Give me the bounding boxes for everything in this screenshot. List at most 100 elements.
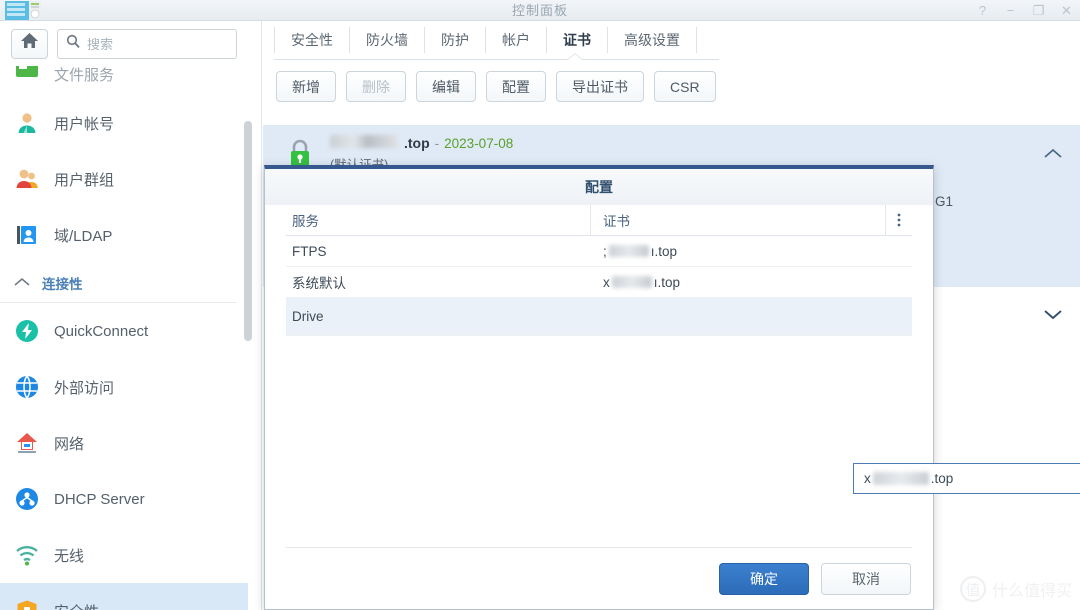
cell-service: Drive bbox=[292, 309, 324, 324]
sidebar-item-label: 用户群组 bbox=[54, 171, 115, 189]
sidebar-item-list: 用户帐号 用户群组 域/LDAP 连接性 QuickConnect 外部访问 网… bbox=[0, 59, 248, 610]
tab-advanced-settings[interactable]: 高级设置 bbox=[608, 27, 697, 53]
button-label: CSR bbox=[670, 78, 700, 95]
cell-certificate: ; ı.top bbox=[591, 244, 886, 259]
certificate-toolbar: 新增 删除 编辑 配置 导出证书 CSR bbox=[276, 71, 716, 102]
tab-protection[interactable]: 防护 bbox=[425, 27, 486, 53]
chevron-down-icon[interactable] bbox=[1044, 305, 1062, 325]
window-title: 控制面板 bbox=[511, 3, 568, 18]
certificate-expiry-date: 2023-07-08 bbox=[444, 135, 514, 151]
tab-label: 帐户 bbox=[502, 32, 530, 48]
tab-underline bbox=[274, 59, 719, 60]
export-certificate-button[interactable]: 导出证书 bbox=[556, 71, 644, 102]
search-placeholder: 搜索 bbox=[87, 37, 114, 52]
button-label: 删除 bbox=[362, 78, 390, 95]
tab-certificate[interactable]: 证书 bbox=[547, 27, 608, 53]
csr-button[interactable]: CSR bbox=[654, 71, 716, 102]
sidebar-item-security[interactable]: 安全性 bbox=[0, 583, 248, 610]
sidebar-item-wireless[interactable]: 无线 bbox=[0, 527, 248, 583]
user-group-icon bbox=[14, 166, 40, 192]
certificate-detail-text: G1 bbox=[935, 194, 954, 209]
sidebar-item-domain-ldap[interactable]: 域/LDAP bbox=[0, 207, 248, 263]
separator: - bbox=[434, 135, 440, 151]
sidebar-item-label: 安全性 bbox=[54, 601, 99, 610]
sidebar-item-label: QuickConnect bbox=[54, 322, 149, 340]
sidebar-item-label: 无线 bbox=[54, 547, 85, 565]
configure-button[interactable]: 配置 bbox=[486, 71, 546, 102]
security-shield-icon bbox=[14, 598, 40, 610]
select-prefix: x bbox=[864, 471, 871, 486]
sidebar-item-network[interactable]: 网络 bbox=[0, 415, 248, 471]
dialog-title: 配置 bbox=[265, 169, 933, 205]
chevron-up-icon bbox=[14, 274, 32, 292]
external-access-icon bbox=[14, 374, 40, 400]
cell-certificate: x ı.top bbox=[591, 275, 886, 290]
sidebar-item-user-account[interactable]: 用户帐号 bbox=[0, 95, 248, 151]
tab-bar: 安全性 防火墙 防护 帐户 证书 高级设置 bbox=[263, 21, 1080, 59]
tab-account[interactable]: 帐户 bbox=[486, 27, 547, 53]
window-titlebar: 控制面板 ? − ❐ ✕ bbox=[0, 0, 1080, 21]
sidebar-item-external-access[interactable]: 外部访问 bbox=[0, 359, 248, 415]
more-options-icon[interactable] bbox=[886, 213, 912, 227]
sidebar-header: 搜索 bbox=[0, 21, 261, 66]
delete-button[interactable]: 删除 bbox=[346, 71, 406, 102]
minimize-button[interactable]: − bbox=[1003, 3, 1018, 18]
tab-firewall[interactable]: 防火墙 bbox=[350, 27, 425, 53]
redacted-domain bbox=[611, 276, 652, 288]
table-row[interactable]: FTPS ; ı.top bbox=[286, 236, 912, 267]
cert-prefix: x bbox=[603, 274, 610, 290]
redacted-domain bbox=[872, 472, 929, 485]
cancel-button[interactable]: 取消 bbox=[821, 563, 911, 595]
active-tab-indicator bbox=[568, 54, 582, 60]
sidebar-item-dhcp-server[interactable]: DHCP Server bbox=[0, 471, 248, 527]
search-icon bbox=[66, 34, 80, 53]
dialog-buttons: 确定 取消 bbox=[719, 563, 911, 595]
configure-dialog: 配置 服务 证书 FTPS ; ı.top 系统默认 x ı.top Drive… bbox=[264, 165, 1080, 610]
domain-ldap-icon bbox=[14, 222, 40, 248]
certificate-select[interactable]: x .top bbox=[853, 463, 1080, 494]
tab-label: 防护 bbox=[441, 32, 469, 48]
cell-service: 系统默认 bbox=[292, 276, 346, 291]
home-button[interactable] bbox=[11, 28, 48, 59]
redacted-domain bbox=[608, 245, 649, 257]
sidebar-item-label: 域/LDAP bbox=[54, 227, 113, 245]
tab-security[interactable]: 安全性 bbox=[274, 27, 350, 53]
redacted-domain bbox=[330, 134, 398, 148]
sidebar: 文件服务 搜索 用户帐号 用户群组 域/LDAP 连接性 QuickConnec… bbox=[0, 21, 262, 610]
table-row[interactable]: Drive bbox=[286, 298, 912, 336]
sidebar-item-user-group[interactable]: 用户群组 bbox=[0, 151, 248, 207]
network-icon bbox=[14, 430, 40, 456]
dialog-footer-divider bbox=[286, 547, 912, 548]
service-certificate-table: 服务 证书 FTPS ; ı.top 系统默认 x ı.top Drive bbox=[286, 204, 912, 336]
sidebar-scrollbar[interactable] bbox=[244, 121, 252, 341]
certificate-domain-suffix: .top bbox=[404, 134, 430, 151]
tab-label: 防火墙 bbox=[366, 32, 408, 48]
table-row[interactable]: 系统默认 x ı.top bbox=[286, 267, 912, 298]
user-account-icon bbox=[14, 110, 40, 136]
search-input[interactable]: 搜索 bbox=[57, 28, 237, 59]
column-header-service: 服务 bbox=[286, 204, 591, 236]
watermark-text: 什么值得买 bbox=[991, 583, 1072, 600]
add-button[interactable]: 新增 bbox=[276, 71, 336, 102]
sidebar-item-label: DHCP Server bbox=[54, 490, 145, 508]
button-label: 配置 bbox=[502, 78, 530, 95]
maximize-button[interactable]: ❐ bbox=[1031, 3, 1046, 18]
column-header-certificate: 证书 bbox=[591, 204, 886, 236]
close-button[interactable]: ✕ bbox=[1059, 3, 1074, 18]
dhcp-server-icon bbox=[14, 486, 40, 512]
confirm-button[interactable]: 确定 bbox=[719, 563, 809, 595]
certificate-name-line: .top - 2023-07-08 bbox=[330, 134, 514, 151]
window-controls: ? − ❐ ✕ bbox=[975, 0, 1074, 21]
chevron-up-icon[interactable] bbox=[1044, 144, 1062, 164]
button-label: 新增 bbox=[292, 78, 320, 95]
help-button[interactable]: ? bbox=[975, 3, 990, 18]
sidebar-item-label: 网络 bbox=[54, 435, 85, 453]
sidebar-group-connectivity[interactable]: 连接性 bbox=[0, 263, 236, 303]
cert-suffix: ı.top bbox=[653, 274, 681, 290]
tab-label: 高级设置 bbox=[624, 32, 680, 48]
edit-button[interactable]: 编辑 bbox=[416, 71, 476, 102]
button-label: 导出证书 bbox=[572, 78, 628, 95]
cert-prefix: ; bbox=[603, 243, 607, 259]
sidebar-item-quickconnect[interactable]: QuickConnect bbox=[0, 303, 248, 359]
button-label: 编辑 bbox=[432, 78, 460, 95]
